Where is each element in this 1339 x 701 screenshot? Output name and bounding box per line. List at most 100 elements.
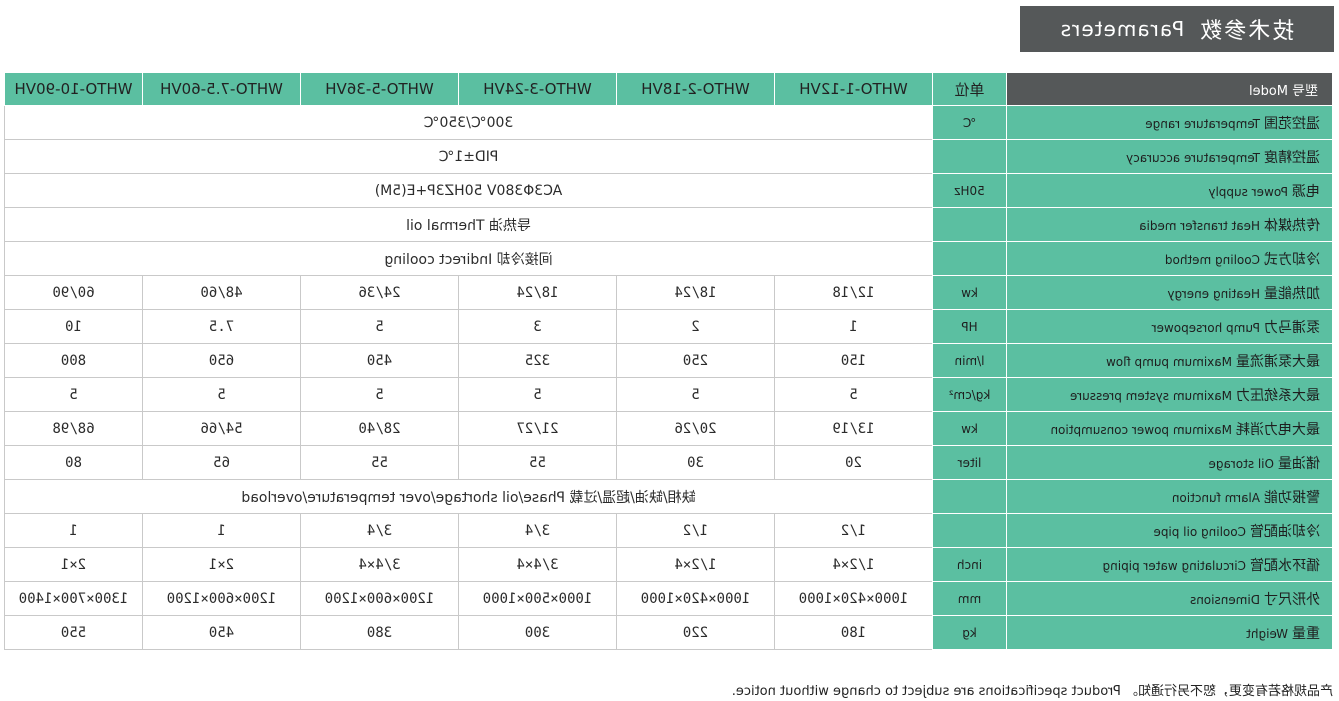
row-label-cn: 电源 bbox=[1292, 183, 1320, 200]
row-value-cell: 1200×600×1200 bbox=[142, 581, 301, 616]
row-label-cn: 储油量 bbox=[1278, 455, 1320, 472]
row-label-en: Cooling method bbox=[1164, 252, 1260, 267]
row-label-cell: 重量 Weight bbox=[1006, 615, 1333, 650]
row-label-en: Weight bbox=[1246, 626, 1288, 641]
row-value-cell: 20 bbox=[774, 445, 933, 480]
row-value-cell: 5 bbox=[4, 377, 143, 412]
row-value-merged: AC3Φ380V 50HZ3P+E(5M) bbox=[4, 173, 933, 208]
row-label-cell: 最大泵浦流量 Maximum pump flow bbox=[1006, 343, 1333, 378]
row-value-cell: 1 bbox=[4, 513, 143, 548]
footnote: 产品规格若有变更，恕不另行通知。 Product specifications … bbox=[731, 684, 1333, 699]
parameters-table-body: 型号Model 单位 WHTO-1-12VH WHTO-2-18VH WHTO-3-24… bbox=[4, 72, 1333, 650]
row-value-cell: 3/4×4 bbox=[300, 547, 459, 582]
row-value-cell: 300 bbox=[458, 615, 617, 650]
row-value-cell: 18/24 bbox=[458, 275, 617, 310]
row-value-cell: 10 bbox=[4, 309, 143, 344]
row-label-cell: 温控精度 Temperature accuracy bbox=[1006, 139, 1333, 174]
row-value-cell: 48/60 bbox=[142, 275, 301, 310]
row-label-en: Temperature accuracy bbox=[1126, 150, 1260, 165]
row-unit-cell: ℃ bbox=[932, 105, 1007, 140]
row-value-cell: 3/4 bbox=[458, 513, 617, 548]
row-value-cell: 65 bbox=[142, 445, 301, 480]
row-label-en: Temperature range bbox=[1145, 116, 1260, 131]
table-row: 加热能量Heating energy kw 12/18 18/24 18/24 24/36… bbox=[4, 275, 1333, 310]
row-value-cell: 1 bbox=[142, 513, 301, 548]
row-label-en: Power supply bbox=[1208, 184, 1288, 199]
row-label-en: Maximum system pressure bbox=[1070, 388, 1232, 403]
row-value-cell: 24/36 bbox=[300, 275, 459, 310]
row-value-cell: 2×1 bbox=[4, 547, 143, 582]
table-row: 外形尺寸Dimensions mm 1000×420×1000 1000×420×10… bbox=[4, 581, 1333, 616]
row-value-cell: 1200×600×1200 bbox=[300, 581, 459, 616]
row-value-cell: 1/2 bbox=[774, 513, 933, 548]
row-value-cell: 5 bbox=[300, 377, 459, 412]
unit-header-cell: 单位 bbox=[932, 72, 1007, 106]
row-label-cell: 冷却油配管 Cooling oil pipe bbox=[1006, 513, 1333, 548]
row-value-cell: 3/4×4 bbox=[458, 547, 617, 582]
section-title-cn: 技术参数 bbox=[1198, 19, 1295, 44]
row-value-cell: 5 bbox=[458, 377, 617, 412]
model-header-cell: WHTO-10-90VH bbox=[4, 72, 143, 106]
row-label-cn: 外形尺寸 bbox=[1264, 591, 1320, 608]
row-label-cell: 传热媒体 Heat transfer media bbox=[1006, 207, 1333, 242]
row-value-cell: 7.5 bbox=[142, 309, 301, 344]
row-label-cn: 警报功能 bbox=[1264, 489, 1320, 506]
row-label-cell: 加热能量 Heating energy bbox=[1006, 275, 1333, 310]
row-unit-cell: mm bbox=[932, 581, 1007, 616]
table-row: 储油量Oil storage liter 20 30 55 55 65 80 bbox=[4, 445, 1333, 480]
row-label-cell: 电源 Power supply bbox=[1006, 173, 1333, 208]
row-unit-cell: kg bbox=[932, 615, 1007, 650]
row-unit-cell: liter bbox=[932, 445, 1007, 480]
row-unit-cell bbox=[932, 479, 1007, 514]
row-label-en: Dimensions bbox=[1189, 592, 1260, 607]
row-label-cell: 最大电力消耗 Maximum power consumption bbox=[1006, 411, 1333, 446]
row-label-en: Oil storage bbox=[1208, 456, 1274, 471]
table-row: 警报功能 Alarm function 缺相/缺油/超温/过载 Phase/oil … bbox=[4, 479, 1333, 514]
row-value-merged: PID±1℃ bbox=[4, 139, 933, 174]
row-value-cell: 800 bbox=[4, 343, 143, 378]
table-row: 冷却方式 Cooling method 间接冷却 Indirect cooling bbox=[4, 241, 1333, 276]
row-value-cell: 80 bbox=[4, 445, 143, 480]
model-header-cell: WHTO-7.5-60VH bbox=[142, 72, 301, 106]
row-label-en: Cooling oil pipe bbox=[1153, 524, 1246, 539]
model-label-en: Model bbox=[1248, 83, 1288, 99]
model-header-cell: WHTO-3-24VH bbox=[458, 72, 617, 106]
row-unit-cell bbox=[932, 207, 1007, 242]
row-unit-cell bbox=[932, 139, 1007, 174]
row-value-cell: 21/27 bbox=[458, 411, 617, 446]
row-label-en: Alarm function bbox=[1171, 490, 1260, 505]
model-label-cn: 型号 bbox=[1291, 83, 1318, 99]
row-value-cell: 2 bbox=[616, 309, 775, 344]
row-value-cell: 60/90 bbox=[4, 275, 143, 310]
row-label-en: Heat transfer media bbox=[1139, 218, 1260, 233]
row-value-cell: 1000×420×1000 bbox=[774, 581, 933, 616]
row-label-cn: 传热媒体 bbox=[1264, 217, 1320, 234]
row-label-cell: 储油量 Oil storage bbox=[1006, 445, 1333, 480]
row-unit-cell: 50Hz bbox=[932, 173, 1007, 208]
row-value-cell: 5 bbox=[300, 309, 459, 344]
table-row: 温控范围 Temperature range ℃ 300℃/350℃ bbox=[4, 105, 1333, 140]
row-value-cell: 55 bbox=[300, 445, 459, 480]
row-value-cell: 55 bbox=[458, 445, 617, 480]
table-row: 泵浦马力 Pump horsepower HP 1 2 3 5 7.5 10 bbox=[4, 309, 1333, 344]
row-value-cell: 1/2×4 bbox=[774, 547, 933, 582]
section-title-bar: 技术参数 Parameters bbox=[1020, 6, 1334, 52]
row-value-cell: 2×1 bbox=[142, 547, 301, 582]
row-value-cell: 3/4 bbox=[300, 513, 459, 548]
table-row: 重量 Weight kg 180 220 300 380 450 550 bbox=[4, 615, 1333, 650]
row-unit-cell bbox=[932, 513, 1007, 548]
table-row: 传热媒体 Heat transfer media 导热油 Thermal oil bbox=[4, 207, 1333, 242]
row-value-cell: 3 bbox=[458, 309, 617, 344]
row-value-cell: 325 bbox=[458, 343, 617, 378]
row-value-cell: 1/2 bbox=[616, 513, 775, 548]
row-label-cell: 温控范围 Temperature range bbox=[1006, 105, 1333, 140]
row-label-en: Maximum pump flow bbox=[1106, 354, 1232, 369]
row-value-cell: 68/98 bbox=[4, 411, 143, 446]
row-value-cell: 13/19 bbox=[774, 411, 933, 446]
row-value-cell: 1300×700×1400 bbox=[4, 581, 143, 616]
row-label-cell: 循环水配管 Circulating water piping bbox=[1006, 547, 1333, 582]
row-value-cell: 1000×420×1000 bbox=[616, 581, 775, 616]
model-label-cell: 型号Model bbox=[1006, 72, 1333, 106]
row-label-cn: 温控精度 bbox=[1264, 149, 1320, 166]
row-unit-cell: kg/cm² bbox=[932, 377, 1007, 412]
